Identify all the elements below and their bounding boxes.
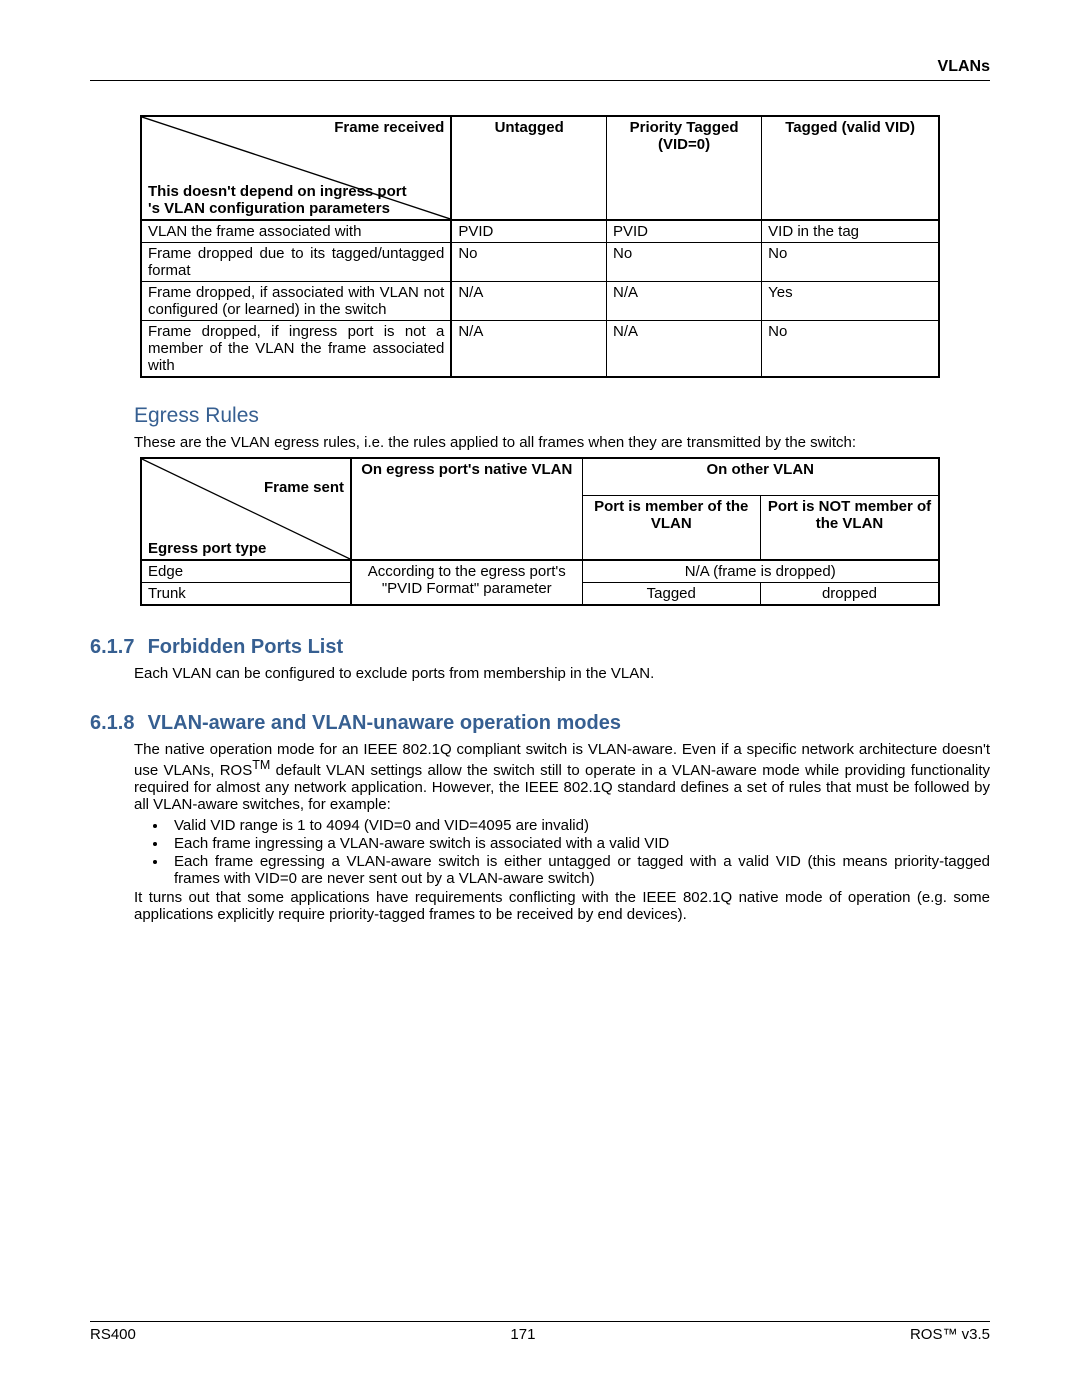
list-item: Valid VID range is 1 to 4094 (VID=0 and … bbox=[168, 817, 990, 834]
ingress-table: Frame received This doesn't depend on in… bbox=[140, 115, 940, 378]
t1-row-group-label: This doesn't depend on ingress port 's V… bbox=[148, 183, 410, 217]
egress-table: Frame sent Egress port type On egress po… bbox=[140, 457, 940, 606]
t1-col-priority: Priority Tagged (VID=0) bbox=[606, 116, 761, 220]
page-footer: RS400 171 ROS™ v3.5 bbox=[90, 1321, 990, 1343]
t2-native-val: According to the egress port's "PVID For… bbox=[351, 560, 582, 605]
section-618-bullets: Valid VID range is 1 to 4094 (VID=0 and … bbox=[150, 817, 990, 887]
t2-sub-member: Port is member of the VLAN bbox=[582, 495, 761, 560]
t2-sub-not: Port is NOT member of the VLAN bbox=[761, 495, 940, 560]
t1-cell: N/A bbox=[451, 321, 606, 378]
t1-row-label: Frame dropped, if ingress port is not a … bbox=[141, 321, 451, 378]
section-618-title: VLAN-aware and VLAN-unaware operation mo… bbox=[148, 712, 621, 734]
section-618-num: 6.1.8 bbox=[90, 712, 142, 735]
t1-col-untagged: Untagged bbox=[451, 116, 606, 220]
list-item: Each frame ingressing a VLAN-aware switc… bbox=[168, 835, 990, 852]
t1-col-group-label: Frame received bbox=[334, 119, 444, 136]
t1-cell: No bbox=[762, 243, 939, 282]
t1-row-label: Frame dropped, if associated with VLAN n… bbox=[141, 282, 451, 321]
t2-trunk-not: dropped bbox=[761, 583, 940, 606]
t1-cell: No bbox=[451, 243, 606, 282]
t2-col-other: On other VLAN bbox=[582, 458, 939, 495]
footer-right: ROS™ v3.5 bbox=[910, 1326, 990, 1343]
t1-cell: PVID bbox=[451, 220, 606, 243]
t1-col-tagged: Tagged (valid VID) bbox=[762, 116, 939, 220]
footer-page-number: 171 bbox=[510, 1326, 535, 1343]
trademark-sup: TM bbox=[252, 758, 270, 772]
t2-col-native: On egress port's native VLAN bbox=[351, 458, 582, 560]
t2-row-trunk: Trunk bbox=[141, 583, 351, 606]
t1-cell: VID in the tag bbox=[762, 220, 939, 243]
page-header: VLANs bbox=[90, 58, 990, 76]
t2-col-group-label: Frame sent bbox=[264, 479, 344, 496]
t2-edge-other: N/A (frame is dropped) bbox=[582, 560, 939, 583]
t1-row-label: Frame dropped due to its tagged/untagged… bbox=[141, 243, 451, 282]
t1-cell: N/A bbox=[606, 282, 761, 321]
t1-cell: N/A bbox=[606, 321, 761, 378]
section-617-text: Each VLAN can be configured to exclude p… bbox=[134, 665, 990, 682]
t2-trunk-member: Tagged bbox=[582, 583, 761, 606]
section-617-title: Forbidden Ports List bbox=[148, 636, 344, 658]
header-rule bbox=[90, 80, 990, 81]
list-item: Each frame egressing a VLAN-aware switch… bbox=[168, 853, 990, 887]
t2-row-group-label: Egress port type bbox=[148, 540, 266, 557]
t1-row-label: VLAN the frame associated with bbox=[141, 220, 451, 243]
section-618-p2: It turns out that some applications have… bbox=[134, 889, 990, 923]
t1-cell: N/A bbox=[451, 282, 606, 321]
section-617-num: 6.1.7 bbox=[90, 636, 142, 659]
section-617-heading: 6.1.7 Forbidden Ports List bbox=[90, 636, 990, 659]
section-618-heading: 6.1.8 VLAN-aware and VLAN-unaware operat… bbox=[90, 712, 990, 735]
t2-row-edge: Edge bbox=[141, 560, 351, 583]
section-618-p1: The native operation mode for an IEEE 80… bbox=[134, 741, 990, 813]
t1-cell: No bbox=[606, 243, 761, 282]
footer-left: RS400 bbox=[90, 1326, 136, 1343]
t1-cell: No bbox=[762, 321, 939, 378]
egress-intro: These are the VLAN egress rules, i.e. th… bbox=[134, 434, 990, 451]
egress-rules-heading: Egress Rules bbox=[134, 404, 990, 428]
t1-cell: PVID bbox=[606, 220, 761, 243]
t1-cell: Yes bbox=[762, 282, 939, 321]
